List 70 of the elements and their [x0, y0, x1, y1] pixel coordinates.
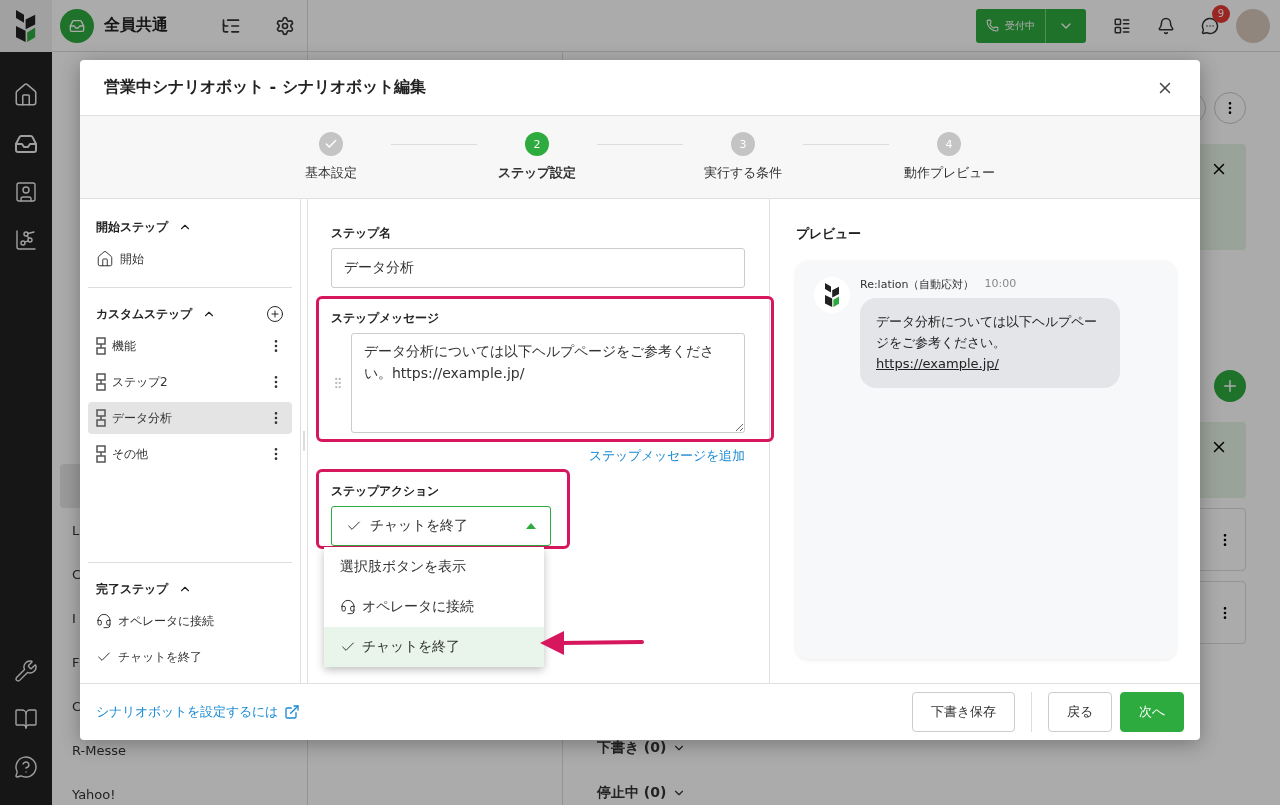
home-icon[interactable]	[13, 82, 39, 108]
add-message-link[interactable]: ステップメッセージを追加	[589, 447, 745, 465]
book-icon[interactable]	[14, 707, 38, 731]
back-button[interactable]: 戻る	[1048, 692, 1112, 732]
dropdown-option[interactable]: チャットを終了	[324, 627, 544, 667]
phone-icon	[986, 19, 999, 32]
step-label: 動作プレビュー	[903, 164, 995, 182]
step-item[interactable]: ステップ2	[88, 366, 292, 398]
help-link[interactable]: シナリオボットを設定するには	[96, 703, 300, 721]
step-label: 基本設定	[305, 164, 357, 182]
headset-icon	[96, 613, 112, 629]
modal-title: 営業中シナリオボット - シナリオボット編集	[104, 77, 426, 98]
notification-badge: 9	[1212, 4, 1230, 23]
contact-icon[interactable]	[14, 180, 38, 204]
step-item[interactable]: 開始	[88, 243, 292, 275]
message-time: 10:00	[984, 277, 1017, 292]
step-node-icon	[96, 409, 106, 427]
section-heading[interactable]: 停止中 (0)	[597, 784, 667, 802]
bell-icon[interactable]	[1157, 16, 1175, 35]
list-item[interactable]: Yahoo!	[52, 772, 303, 805]
step-node-icon	[96, 337, 106, 355]
step-node-icon	[96, 373, 106, 391]
splitter-handle[interactable]	[303, 431, 305, 451]
chat-bubble: データ分析については以下ヘルプページをご参考ください。 https://example.jp/	[860, 298, 1120, 389]
step-indicator: 2	[525, 132, 549, 156]
chat-icon[interactable]	[1201, 16, 1219, 35]
caret-up-icon	[526, 523, 536, 529]
check-icon	[324, 137, 338, 151]
message-textarea[interactable]: データ分析については以下ヘルプページをご参考ください。https://example.jp/	[351, 333, 745, 433]
step-indicator: 3	[731, 132, 755, 156]
step-label: 実行する条件	[704, 164, 782, 182]
step-item[interactable]: チャットを終了	[88, 641, 292, 673]
step-name-input[interactable]: データ分析	[331, 248, 745, 288]
plus-icon	[1221, 377, 1239, 395]
logo-icon	[824, 283, 840, 307]
chart-icon[interactable]	[14, 228, 38, 252]
logo-icon	[16, 9, 36, 42]
help-icon[interactable]	[14, 755, 38, 779]
field-label: ステップ名	[331, 225, 392, 242]
step-indicator: 4	[937, 132, 961, 156]
section-heading: 完了ステップ	[96, 580, 168, 598]
dropdown-option[interactable]: 選択肢ボタンを表示	[324, 547, 544, 587]
draft-save-button[interactable]: 下書き保存	[912, 692, 1015, 732]
action-select[interactable]: チャットを終了	[331, 506, 551, 546]
preview-title: プレビュー	[796, 225, 862, 243]
workspace-name[interactable]: 全員共通	[104, 15, 168, 36]
add-circle-icon[interactable]	[266, 305, 284, 323]
step-label: ステップ設定	[498, 164, 576, 182]
step-node-icon	[96, 445, 106, 463]
field-label: ステップメッセージ	[331, 310, 440, 327]
section-heading[interactable]: 下書き (0)	[597, 739, 667, 757]
inbox-icon[interactable]	[14, 132, 38, 156]
field-label: ステップアクション	[331, 483, 440, 500]
step-item[interactable]: データ分析	[88, 402, 292, 434]
step-item[interactable]: オペレータに接続	[88, 605, 292, 637]
headset-icon	[340, 599, 356, 615]
step-item[interactable]: 機能	[88, 330, 292, 362]
step-item[interactable]: その他	[88, 438, 292, 470]
tools-icon[interactable]	[14, 659, 38, 683]
workspace-icon[interactable]	[60, 8, 94, 43]
tray-icon[interactable]	[1113, 16, 1131, 35]
settings-icon[interactable]	[275, 15, 295, 36]
add-button[interactable]	[1214, 370, 1246, 402]
external-link-icon	[284, 704, 300, 720]
dropdown-option[interactable]: オペレータに接続	[324, 587, 544, 627]
section-heading: カスタムステップ	[96, 305, 192, 323]
message-link[interactable]: https://example.jp/	[876, 355, 999, 371]
section-heading: 開始ステップ	[96, 218, 168, 236]
home-icon	[96, 250, 114, 268]
sender-name: Re:lation（自動応対）	[860, 277, 975, 292]
